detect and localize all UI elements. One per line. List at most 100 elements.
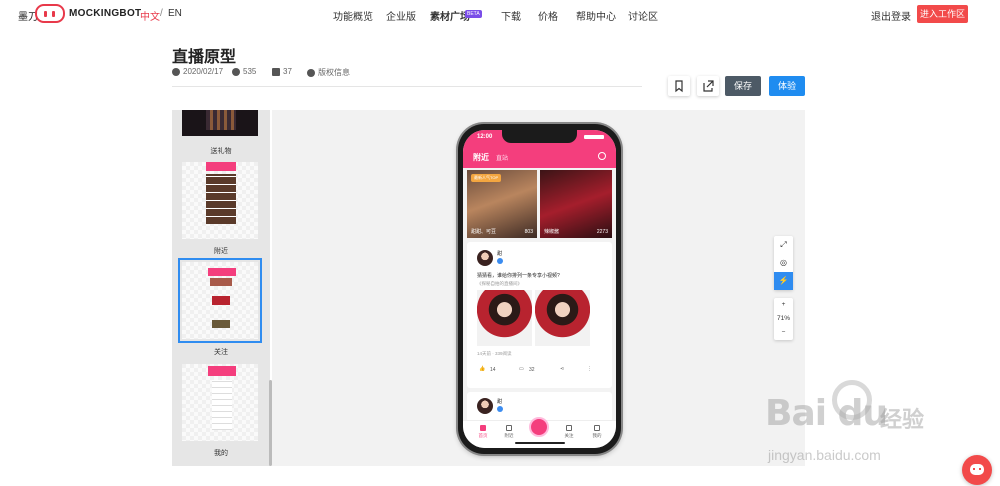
zoom-control: + 71% − (774, 298, 793, 340)
live-card-1[interactable]: 最新人气TOP 甜甜、可豆 803 (467, 170, 537, 238)
bottom-tab-nearby-label: 附近 (504, 433, 514, 438)
nav-pricing[interactable]: 价格 (538, 8, 558, 23)
phone-screen[interactable]: 12:00 附近 直站 最新人气TOP 甜甜、可豆 803 辣椒酱 2273 甜… (463, 130, 616, 448)
post-2-avatar[interactable] (477, 398, 493, 414)
post-text: 猜猜看，谁给你排列一条专享小视频? (477, 273, 560, 279)
post-image-2[interactable] (535, 290, 590, 346)
chat-support-button[interactable] (962, 455, 992, 485)
tab-secondary[interactable]: 直站 (496, 153, 508, 162)
post-subtitle[interactable]: 《探秘自拍的直播间》 (477, 281, 522, 287)
zoom-level: 71% (776, 315, 790, 322)
comment-icon[interactable]: ▭ (519, 366, 524, 372)
nav-features[interactable]: 功能概览 (333, 8, 373, 23)
beta-badge: BETA (465, 10, 482, 18)
user-icon (594, 425, 600, 431)
watermark-url: jingyan.baidu.com (768, 447, 881, 463)
post-username[interactable]: 甜 (497, 250, 502, 257)
history-icon[interactable] (598, 152, 606, 160)
like-icon[interactable]: 👍 (479, 366, 485, 372)
try-button[interactable]: 体验 (769, 76, 805, 96)
go-live-button[interactable] (529, 417, 549, 437)
bottom-tab-mine[interactable]: 我的 (585, 425, 609, 439)
hotspot-toggle-button[interactable]: ⚡ (774, 272, 793, 290)
live-card-2[interactable]: 辣椒酱 2273 (540, 170, 612, 238)
thumb-gift[interactable] (182, 110, 258, 136)
fullscreen-button[interactable]: ⤢ (774, 236, 793, 254)
date-text: 2020/02/17 (183, 67, 224, 76)
bookmark-button[interactable] (668, 76, 690, 96)
thumb-nearby-grid (206, 174, 236, 224)
nav-forum[interactable]: 讨论区 (628, 8, 658, 23)
heart-icon (566, 425, 572, 431)
phone-frame: 12:00 附近 直站 最新人气TOP 甜甜、可豆 803 辣椒酱 2273 甜… (458, 124, 621, 454)
zoom-in-button[interactable]: + (774, 298, 793, 312)
bottom-tab-home-label: 首页 (478, 433, 488, 438)
more-icon[interactable]: ⋮ (587, 366, 592, 372)
live-grid: 最新人气TOP 甜甜、可豆 803 辣椒酱 2273 (467, 170, 612, 240)
post-2-username[interactable]: 甜 (497, 398, 502, 405)
thumb-mine[interactable] (182, 364, 258, 441)
nav-help[interactable]: 帮助中心 (576, 8, 616, 23)
save-button[interactable]: 保存 (725, 76, 761, 96)
thumb-follow[interactable] (178, 258, 262, 343)
thumb-follow-photo2 (212, 296, 230, 305)
meta-copyright[interactable]: 版权信息 (307, 67, 350, 78)
count-text: 37 (283, 67, 292, 76)
top-tag: 最新人气TOP (471, 174, 502, 182)
zoom-out-button[interactable]: − (774, 326, 793, 340)
thumb-label-gift[interactable]: 送礼物 (172, 146, 270, 156)
thumb-label-mine[interactable]: 我的 (172, 448, 270, 458)
phone-notch (502, 130, 577, 143)
thumb-follow-photo3 (212, 320, 230, 328)
tab-nearby[interactable]: 附近 (473, 152, 489, 163)
watermark-paw-icon (832, 380, 872, 420)
page-title: 直播原型 (172, 49, 237, 66)
lang-en-link[interactable]: EN (168, 8, 182, 19)
live-card-2-name: 辣椒酱 (544, 229, 560, 235)
thumb-nearby[interactable] (182, 162, 258, 239)
bottom-tab-nearby[interactable]: 附近 (497, 425, 521, 439)
bottom-tab-follow-label: 关注 (564, 433, 574, 438)
post-card[interactable]: 甜 猜猜看，谁给你排列一条专享小视频? 《探秘自拍的直播间》 14天前 · 33… (467, 242, 612, 388)
share-post-icon[interactable]: ⋖ (560, 366, 564, 372)
bookmark-icon (675, 80, 683, 93)
thumb-gift-image (206, 110, 236, 130)
nav-download[interactable]: 下载 (501, 8, 521, 23)
bottom-tab-follow[interactable]: 关注 (557, 425, 581, 439)
live-card-2-count: 2273 (596, 229, 608, 235)
bottom-tab-mine-label: 我的 (592, 433, 602, 438)
lang-zh-link[interactable]: 中文 (140, 8, 160, 23)
meta-views: 535 (232, 67, 256, 76)
like-count: 14 (490, 367, 496, 373)
share-button[interactable] (697, 76, 719, 96)
chat-dots-icon (973, 468, 981, 470)
info-icon (307, 68, 315, 77)
thumb-label-follow[interactable]: 关注 (172, 347, 270, 357)
nav-materials[interactable]: 素材广场 (430, 8, 470, 23)
mockingbot-logo-icon[interactable] (35, 4, 65, 23)
post-2-verified-icon (497, 406, 503, 412)
copyright-text[interactable]: 版权信息 (318, 67, 350, 78)
enter-workspace-button[interactable]: 进入工作区 (917, 5, 968, 23)
home-icon (480, 425, 486, 431)
locate-button[interactable]: ◎ (774, 254, 793, 272)
nav-enterprise[interactable]: 企业版 (386, 8, 416, 23)
page-thumbnail-sidebar[interactable]: 送礼物 附近 关注 我的 (172, 110, 270, 466)
bottom-tab-home[interactable]: 首页 (471, 425, 495, 439)
thumb-nearby-header (206, 162, 236, 171)
status-icons (584, 135, 604, 139)
header-divider (172, 86, 642, 87)
eye-icon (232, 67, 240, 76)
post-time: 14天前 · 339阅读 (477, 351, 512, 356)
thumb-mine-header (208, 366, 236, 376)
thumb-mine-list (212, 380, 232, 430)
thumb-follow-photo1 (210, 278, 232, 286)
post-avatar[interactable] (477, 250, 493, 266)
watermark-cn: 经验 (880, 407, 925, 432)
post-image-1[interactable] (477, 290, 532, 346)
brand-en[interactable]: MOCKINGBOT (69, 8, 141, 19)
logout-link[interactable]: 退出登录 (871, 8, 911, 23)
live-card-1-name: 甜甜、可豆 (471, 229, 497, 235)
thumb-label-nearby[interactable]: 附近 (172, 246, 270, 256)
top-nav: 墨刀 MOCKINGBOT 中文 / EN 功能概览 企业版 素材广场 BETA… (0, 0, 1000, 30)
